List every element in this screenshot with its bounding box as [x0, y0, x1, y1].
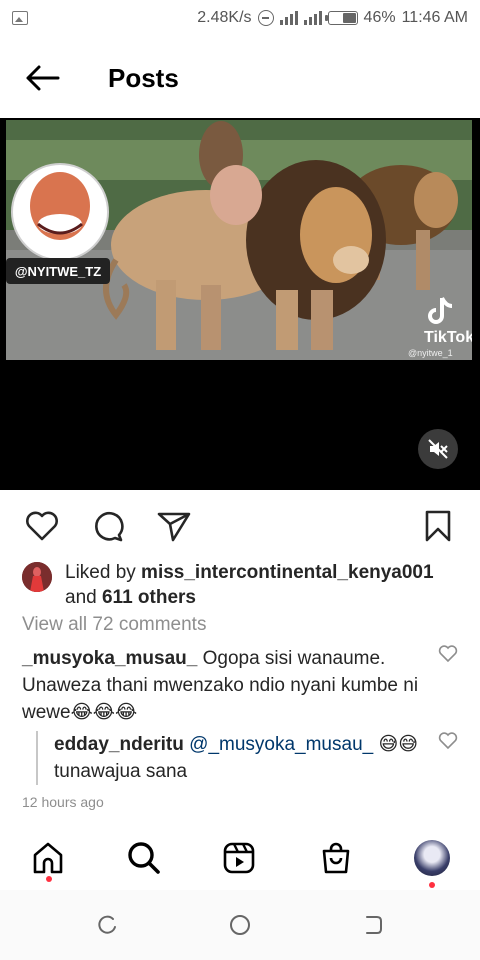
- likes-text: Liked by miss_intercontinental_kenya001 …: [65, 560, 434, 610]
- home-system-button[interactable]: [227, 912, 253, 938]
- status-bar: 2.48K/s 46% 11:46 AM: [0, 0, 480, 36]
- reply-mention[interactable]: @_musyoka_musau_: [189, 734, 373, 755]
- clock: 11:46 AM: [401, 9, 468, 26]
- share-button[interactable]: [156, 508, 192, 544]
- nav-profile[interactable]: [410, 836, 454, 880]
- nav-reels[interactable]: [217, 836, 261, 880]
- profile-avatar: [414, 840, 450, 876]
- comment-icon: [95, 512, 124, 542]
- reply-comment: edday_nderitu @_musyoka_musau_ 😅😅tunawaj…: [36, 731, 440, 785]
- back-system-button[interactable]: [360, 912, 386, 938]
- heart-icon: [26, 511, 58, 541]
- liker-username[interactable]: miss_intercontinental_kenya001: [141, 562, 434, 583]
- likes-prefix: Liked by: [65, 562, 142, 583]
- back-button[interactable]: [0, 48, 84, 108]
- likes-count[interactable]: 611 others: [102, 587, 196, 608]
- post-media[interactable]: @NYITWE_TZ TikTok @nyitwe_1: [0, 118, 480, 490]
- home-circle-icon: [230, 915, 250, 935]
- recent-apps-icon: [98, 915, 116, 934]
- view-all-comments[interactable]: View all 72 comments: [22, 614, 206, 636]
- reels-icon: [223, 842, 255, 874]
- profile-notification-dot: [429, 882, 435, 888]
- volume-muted-icon: [428, 439, 448, 459]
- recent-apps-button[interactable]: [94, 912, 120, 938]
- send-icon: [157, 512, 191, 542]
- tiktok-handle: @nyitwe_1: [408, 348, 453, 358]
- home-notification-dot: [46, 876, 52, 882]
- home-icon: [33, 842, 63, 874]
- signal-icon: [303, 11, 322, 25]
- header: Posts: [0, 48, 480, 108]
- likes-and: and: [65, 587, 102, 608]
- reply-like-icon[interactable]: [438, 732, 458, 750]
- arrow-left-icon: [26, 65, 60, 91]
- tiktok-label: TikTok: [424, 329, 472, 346]
- gallery-icon: [12, 11, 28, 25]
- dnd-icon: [257, 10, 274, 26]
- video-frame: @NYITWE_TZ TikTok @nyitwe_1: [6, 120, 472, 360]
- nav-search[interactable]: [122, 836, 166, 880]
- signal-icon: [279, 11, 298, 25]
- liker-avatar[interactable]: [22, 562, 52, 592]
- likes-row: Liked by miss_intercontinental_kenya001 …: [22, 560, 472, 610]
- comment: _musyoka_musau_ Ogopa sisi wanaume. Unaw…: [22, 645, 434, 726]
- battery-icon: [324, 11, 358, 25]
- nav-home[interactable]: [26, 836, 70, 880]
- watermark-handle: @NYITWE_TZ: [15, 264, 101, 279]
- nav-shop[interactable]: [314, 836, 358, 880]
- like-button[interactable]: [24, 508, 60, 544]
- page-title: Posts: [108, 62, 179, 93]
- save-button[interactable]: [420, 508, 456, 544]
- search-icon: [128, 842, 160, 874]
- shop-icon: [322, 842, 350, 874]
- comment-button[interactable]: [89, 508, 125, 544]
- comment-like-icon[interactable]: [438, 645, 458, 663]
- comment-username[interactable]: _musyoka_musau_: [22, 648, 197, 669]
- post-timestamp: 12 hours ago: [22, 794, 104, 810]
- mute-button[interactable]: [418, 429, 458, 469]
- back-system-icon: [366, 916, 382, 934]
- net-speed: 2.48K/s: [197, 9, 252, 26]
- bookmark-icon: [425, 510, 451, 542]
- reply-username[interactable]: edday_nderitu: [54, 734, 184, 755]
- system-nav-bar: [0, 890, 480, 960]
- bottom-nav: [0, 828, 480, 890]
- post-actions: [0, 502, 480, 550]
- battery-percent: 46%: [363, 9, 396, 26]
